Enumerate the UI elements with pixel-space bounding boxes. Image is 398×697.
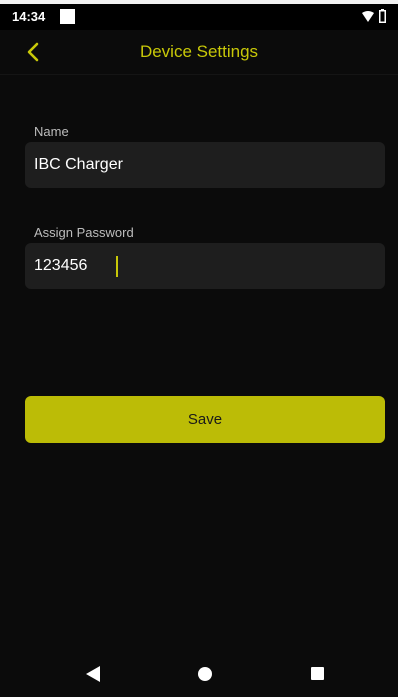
password-field[interactable] — [25, 243, 385, 289]
app-header: Device Settings — [0, 30, 398, 75]
wifi-icon — [362, 11, 374, 22]
save-button[interactable]: Save — [25, 396, 385, 443]
name-input[interactable] — [34, 142, 374, 188]
name-field[interactable] — [25, 142, 385, 188]
nav-recents-icon[interactable] — [311, 667, 324, 680]
device-settings-screen: 14:34 Device Settings Name Assign Passwo… — [0, 0, 398, 697]
nav-back-icon[interactable] — [86, 666, 100, 682]
battery-icon — [379, 9, 386, 23]
password-label: Assign Password — [34, 225, 134, 240]
status-time: 14:34 — [12, 9, 46, 24]
password-input[interactable] — [34, 243, 374, 289]
system-nav-bar — [0, 650, 398, 697]
notification-icon — [60, 9, 75, 24]
status-bar: 14:34 — [0, 4, 398, 30]
page-title: Device Settings — [139, 42, 259, 61]
text-caret — [116, 256, 118, 277]
nav-home-icon[interactable] — [198, 667, 212, 681]
name-label: Name — [34, 124, 69, 139]
